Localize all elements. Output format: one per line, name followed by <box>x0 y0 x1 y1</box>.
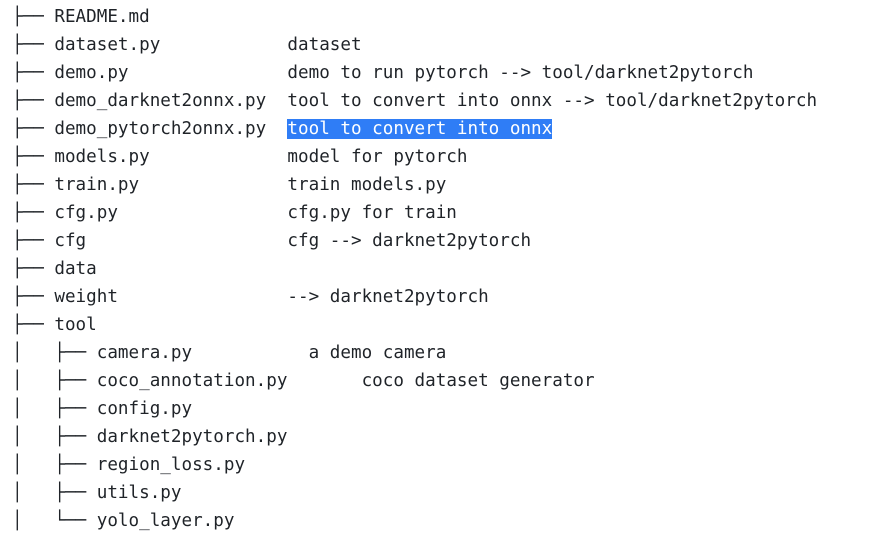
tree-gap <box>129 63 288 83</box>
tree-entry-description-selected: tool to convert into onnx <box>287 119 553 139</box>
tree-row: ├── cfg.py cfg.py for train <box>12 199 817 227</box>
tree-entry-name[interactable]: camera.py <box>97 343 192 363</box>
tree-branch-glyph: ├── <box>12 287 55 307</box>
tree-row: │ ├── region_loss.py <box>12 451 817 479</box>
tree-entry-name[interactable]: tool <box>54 315 96 335</box>
tree-entry-name[interactable]: train.py <box>54 175 139 195</box>
tree-gap <box>139 175 287 195</box>
tree-gap <box>266 119 287 139</box>
tree-row: │ └── yolo_layer.py <box>12 507 817 535</box>
tree-row: ├── demo.py demo to run pytorch --> tool… <box>12 59 817 87</box>
tree-branch-glyph: ├── <box>12 175 55 195</box>
tree-gap <box>266 91 287 111</box>
file-tree[interactable]: ├── README.md ├── dataset.py dataset ├── d… <box>12 3 817 535</box>
tree-entry-description: cfg --> darknet2pytorch <box>287 231 532 251</box>
tree-branch-glyph: │ └── <box>12 511 97 531</box>
tree-row: │ ├── coco_annotation.py coco dataset ge… <box>12 367 817 395</box>
tree-row: │ ├── camera.py a demo camera <box>12 339 817 367</box>
tree-gap <box>160 35 287 55</box>
tree-branch-glyph: │ ├── <box>12 483 97 503</box>
tree-branch-glyph: │ ├── <box>12 343 97 363</box>
tree-gap <box>192 343 309 363</box>
tree-branch-glyph: ├── <box>12 315 55 335</box>
tree-branch-glyph: │ ├── <box>12 427 97 447</box>
tree-row: ├── data <box>12 255 817 283</box>
tree-entry-name[interactable]: demo.py <box>54 63 128 83</box>
tree-gap <box>118 287 287 307</box>
tree-entry-description: model for pytorch <box>287 147 468 167</box>
tree-gap <box>150 147 288 167</box>
tree-row: ├── dataset.py dataset <box>12 31 817 59</box>
tree-entry-description: dataset <box>287 35 362 55</box>
tree-row: ├── README.md <box>12 3 817 31</box>
tree-row: │ ├── utils.py <box>12 479 817 507</box>
tree-entry-description: demo to run pytorch --> tool/darknet2pyt… <box>287 63 754 83</box>
tree-entry-name[interactable]: cfg.py <box>54 203 118 223</box>
tree-gap <box>118 203 287 223</box>
tree-branch-glyph: │ ├── <box>12 455 97 475</box>
tree-entry-name[interactable]: models.py <box>54 147 149 167</box>
tree-row: ├── train.py train models.py <box>12 171 817 199</box>
tree-row: │ ├── config.py <box>12 395 817 423</box>
tree-branch-glyph: ├── <box>12 119 55 139</box>
tree-branch-glyph: ├── <box>12 7 55 27</box>
tree-entry-name[interactable]: demo_pytorch2onnx.py <box>54 119 266 139</box>
tree-branch-glyph: ├── <box>12 231 55 251</box>
tree-entry-name[interactable]: darknet2pytorch.py <box>97 427 288 447</box>
tree-gap <box>287 371 361 391</box>
tree-branch-glyph: ├── <box>12 147 55 167</box>
tree-entry-description: coco dataset generator <box>361 371 595 391</box>
tree-gap <box>86 231 287 251</box>
tree-entry-name[interactable]: utils.py <box>97 483 182 503</box>
tree-entry-description: cfg.py for train <box>287 203 457 223</box>
tree-entry-name[interactable]: config.py <box>97 399 192 419</box>
tree-branch-glyph: ├── <box>12 63 55 83</box>
tree-row: ├── weight --> darknet2pytorch <box>12 283 817 311</box>
tree-branch-glyph: ├── <box>12 35 55 55</box>
tree-row: ├── models.py model for pytorch <box>12 143 817 171</box>
tree-row: │ ├── darknet2pytorch.py <box>12 423 817 451</box>
tree-branch-glyph: ├── <box>12 91 55 111</box>
tree-entry-name[interactable]: dataset.py <box>54 35 160 55</box>
tree-entry-description: train models.py <box>287 175 447 195</box>
tree-row: ├── demo_darknet2onnx.py tool to convert… <box>12 87 817 115</box>
tree-branch-glyph: │ ├── <box>12 371 97 391</box>
tree-branch-glyph: │ ├── <box>12 399 97 419</box>
tree-row: ├── cfg cfg --> darknet2pytorch <box>12 227 817 255</box>
tree-entry-name[interactable]: README.md <box>54 7 149 27</box>
tree-entry-name[interactable]: data <box>54 259 96 279</box>
tree-entry-name[interactable]: weight <box>54 287 118 307</box>
tree-row: ├── demo_pytorch2onnx.py tool to convert… <box>12 115 817 143</box>
tree-entry-description: a demo camera <box>308 343 447 363</box>
tree-row: ├── tool <box>12 311 817 339</box>
tree-entry-description: tool to convert into onnx --> tool/darkn… <box>287 91 818 111</box>
tree-entry-name[interactable]: cfg <box>54 231 86 251</box>
tree-branch-glyph: ├── <box>12 203 55 223</box>
tree-branch-glyph: ├── <box>12 259 55 279</box>
tree-entry-name[interactable]: region_loss.py <box>97 455 245 475</box>
tree-entry-name[interactable]: coco_annotation.py <box>97 371 288 391</box>
tree-entry-name[interactable]: yolo_layer.py <box>97 511 235 531</box>
tree-entry-name[interactable]: demo_darknet2onnx.py <box>54 91 266 111</box>
tree-entry-description: --> darknet2pytorch <box>287 287 489 307</box>
